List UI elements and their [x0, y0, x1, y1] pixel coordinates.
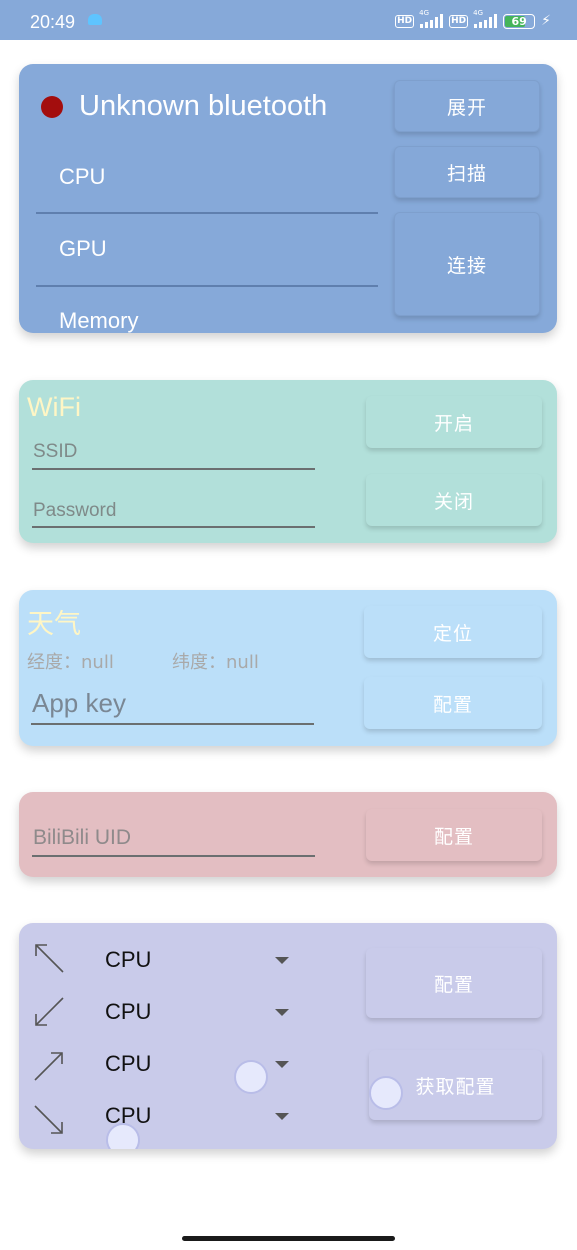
chevron-down-icon[interactable]	[275, 957, 289, 964]
signal-icon-1: 4G	[419, 9, 444, 28]
divider	[36, 212, 378, 214]
bilibili-card: BiliBili UID 配置	[19, 792, 557, 877]
expand-button[interactable]: 展开	[394, 80, 540, 132]
scan-button[interactable]: 扫描	[394, 146, 540, 198]
locate-button[interactable]: 定位	[364, 606, 542, 658]
status-bar: 20:49 HD 4G HD 4G 69 ⚡	[0, 0, 577, 40]
battery-icon: 69	[503, 13, 536, 29]
connect-button[interactable]: 连接	[394, 212, 540, 316]
longitude-text: 经度：null	[27, 652, 114, 673]
wifi-title: WiFi	[27, 392, 81, 422]
arrow-down-right-icon	[34, 1105, 63, 1134]
bilibili-config-button[interactable]: 配置	[366, 809, 542, 861]
charging-icon: ⚡	[541, 13, 551, 29]
bilibili-uid-field[interactable]: BiliBili UID	[33, 826, 131, 850]
ssid-field[interactable]: SSID	[33, 441, 77, 463]
wifi-on-button[interactable]: 开启	[366, 396, 542, 448]
status-time: 20:49	[30, 12, 76, 32]
battery-level: 69	[511, 14, 527, 28]
touch-indicator	[106, 1123, 140, 1149]
bluetooth-card: Unknown bluetooth CPU GPU Memory 展开 扫描 连…	[19, 64, 557, 333]
wifi-off-button[interactable]: 关闭	[366, 474, 542, 526]
status-icons: HD 4G HD 4G 69 ⚡	[395, 9, 551, 29]
bluetooth-item-gpu[interactable]: GPU	[59, 236, 107, 262]
bluetooth-item-cpu[interactable]: CPU	[59, 164, 105, 190]
chevron-down-icon[interactable]	[275, 1113, 289, 1120]
ssid-underline	[32, 468, 315, 470]
bilibili-uid-underline	[32, 855, 315, 857]
network-label-2: 4G	[473, 9, 484, 17]
touch-indicator	[234, 1060, 268, 1094]
home-indicator[interactable]	[182, 1236, 395, 1241]
arrow-down-left-icon	[35, 997, 64, 1026]
password-field[interactable]: Password	[33, 500, 116, 522]
hd-badge-1: HD	[395, 14, 415, 28]
weather-title: 天气	[27, 609, 81, 640]
bluetooth-item-memory[interactable]: Memory	[59, 308, 138, 333]
weather-card: 天气 经度：null 纬度：null App key 定位 配置	[19, 590, 557, 746]
layout-config-card: CPU CPU CPU CPU 配置 获取配置	[19, 923, 557, 1149]
touch-indicator	[369, 1076, 403, 1110]
latitude-text: 纬度：null	[172, 652, 259, 673]
password-underline	[32, 526, 315, 528]
arrow-up-right-icon	[34, 1052, 63, 1081]
arrow-up-left-icon	[35, 944, 64, 973]
connection-status-dot	[41, 96, 63, 118]
layout-select-2[interactable]: CPU	[105, 999, 151, 1025]
appkey-field[interactable]: App key	[32, 688, 126, 719]
chevron-down-icon[interactable]	[275, 1061, 289, 1068]
signal-icon-2: 4G	[473, 9, 498, 28]
layout-config-button[interactable]: 配置	[366, 948, 542, 1018]
layout-select-3[interactable]: CPU	[105, 1051, 151, 1077]
weather-config-button[interactable]: 配置	[364, 677, 542, 729]
layout-select-1[interactable]: CPU	[105, 947, 151, 973]
divider	[36, 285, 378, 287]
wifi-card: WiFi SSID Password 开启 关闭	[19, 380, 557, 543]
bluetooth-device-title: Unknown bluetooth	[79, 90, 328, 122]
notification-icon	[88, 14, 102, 25]
network-label-1: 4G	[419, 9, 430, 17]
hd-badge-2: HD	[449, 14, 469, 28]
chevron-down-icon[interactable]	[275, 1009, 289, 1016]
appkey-underline	[31, 723, 314, 725]
